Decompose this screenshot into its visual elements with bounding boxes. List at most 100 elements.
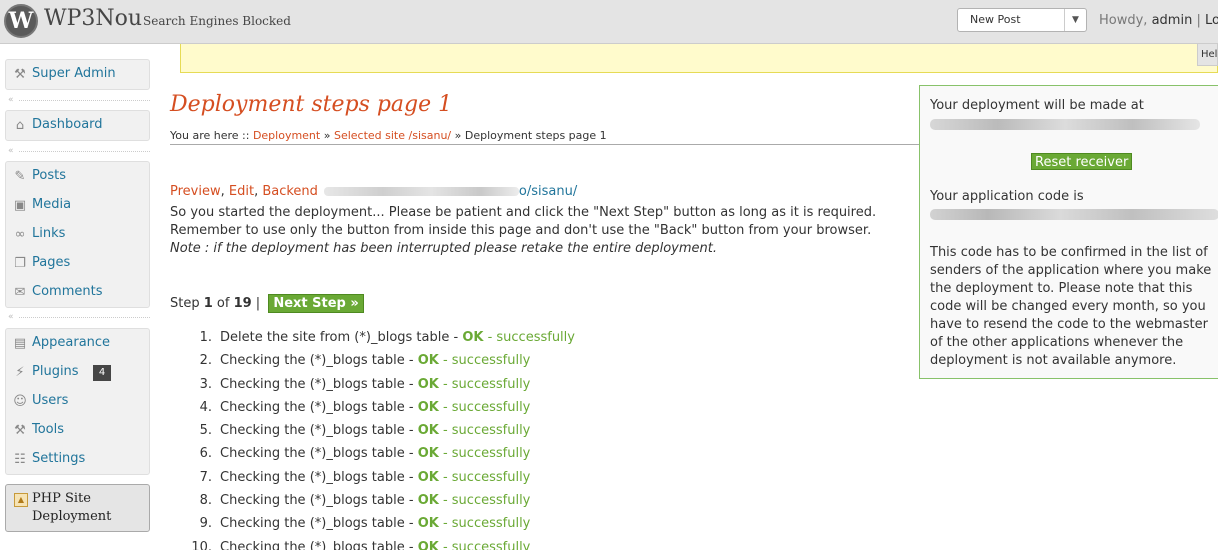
- logout-link[interactable]: Log Out: [1205, 13, 1218, 28]
- menu-separator[interactable]: «: [5, 95, 150, 105]
- sidebar-item-settings[interactable]: ☷ Settings: [6, 445, 149, 474]
- step-status-text: - successfully: [438, 469, 531, 485]
- step-number: 1.: [199, 330, 212, 345]
- step-status-text: - successfully: [483, 330, 575, 345]
- intro-note: Note : if the deployment has been interr…: [170, 241, 718, 256]
- redacted-site-url: [323, 187, 519, 196]
- menu-separator[interactable]: «: [5, 312, 150, 322]
- redacted-application-code: [930, 209, 1218, 220]
- step-list-item: 5. Checking the (*)_blogs table - OK - su…: [186, 423, 575, 446]
- wordpress-logo-icon[interactable]: W: [4, 4, 38, 38]
- edit-link[interactable]: Edit: [229, 184, 254, 199]
- sidebar-item-comments[interactable]: ✉ Comments: [6, 278, 149, 307]
- step-text: Checking the (*)_blogs table -: [220, 539, 418, 550]
- step-list-item: 8. Checking the (*)_blogs table - OK - su…: [186, 493, 575, 516]
- step-number: 3.: [199, 376, 212, 392]
- sidebar-item-links[interactable]: ∞ Links: [6, 220, 149, 249]
- step-ok-status: OK: [417, 446, 439, 462]
- step-ok-status: OK: [417, 493, 439, 509]
- step-text: Checking the (*)_blogs table -: [220, 353, 418, 369]
- step-text: Checking the (*)_blogs table -: [220, 423, 418, 439]
- reset-receiver-button[interactable]: Reset receiver: [1031, 153, 1133, 170]
- sidebar-item-dashboard[interactable]: ⌂ Dashboard: [6, 111, 149, 140]
- sidebar-item-label[interactable]: PHP Site Deployment: [32, 490, 142, 526]
- site-title[interactable]: WP3Nou: [44, 6, 142, 31]
- howdy-text: Howdy,: [1099, 13, 1152, 28]
- sidebar-item-plugins[interactable]: ⚡ Plugins 4: [6, 358, 149, 387]
- step-status-text: - successfully: [438, 353, 531, 369]
- dashboard-icon: ⌂: [15, 118, 25, 133]
- deployment-step-list: 1. Delete the site from (*)_blogs table -…: [186, 330, 575, 550]
- favorite-action-label[interactable]: New Post: [970, 13, 1021, 26]
- breadcrumb: You are here :: Deployment » Selected si…: [170, 129, 607, 142]
- sidebar-item-label[interactable]: Links: [32, 226, 65, 241]
- step-number: 8.: [199, 493, 212, 509]
- sidebar-item-label[interactable]: Settings: [32, 451, 85, 466]
- sidebar-item-php-site-deployment[interactable]: ▲ PHP Site Deployment: [5, 484, 150, 532]
- step-ok-status: OK: [417, 469, 439, 485]
- preview-link[interactable]: Preview: [170, 184, 221, 199]
- step-ok-status: OK: [417, 539, 439, 550]
- sidebar-item-label[interactable]: Tools: [32, 422, 64, 437]
- step-status-text: - successfully: [438, 493, 531, 509]
- site-url-suffix[interactable]: o/sisanu/: [519, 184, 577, 199]
- appearance-icon: ▤: [13, 336, 27, 351]
- admin-header: W WP3Nou Search Engines Blocked New Post…: [0, 0, 1218, 44]
- sidebar-item-posts[interactable]: ✎ Posts: [6, 162, 149, 191]
- breadcrumb-prefix: You are here ::: [170, 129, 253, 142]
- divider: [170, 144, 920, 145]
- sidebar-item-label[interactable]: Comments: [32, 284, 102, 299]
- menu-group-dashboard: ⌂ Dashboard: [5, 110, 150, 141]
- sidebar-item-label[interactable]: Super Admin: [32, 66, 116, 81]
- breadcrumb-separator: »: [451, 129, 465, 142]
- sidebar-item-pages[interactable]: ❐ Pages: [6, 249, 149, 278]
- sidebar-item-label[interactable]: Plugins: [32, 364, 79, 379]
- page-title: Deployment steps page 1: [170, 92, 453, 117]
- breadcrumb-link-deployment[interactable]: Deployment: [253, 129, 320, 142]
- sidebar-item-label[interactable]: Users: [32, 393, 68, 408]
- pages-icon: ❐: [14, 256, 26, 271]
- step-number: 10.: [191, 539, 212, 550]
- sidebar-item-label[interactable]: Pages: [32, 255, 70, 270]
- breadcrumb-current: Deployment steps page 1: [464, 129, 607, 142]
- link-icon: ∞: [14, 227, 26, 242]
- favorite-actions-dropdown[interactable]: New Post ▼: [957, 8, 1087, 32]
- step-indicator: Step 1 of 19 | Next Step »: [170, 294, 364, 313]
- step-text: Checking the (*)_blogs table -: [220, 399, 418, 415]
- step-status-text: - successfully: [438, 423, 531, 439]
- help-tab[interactable]: Help: [1197, 44, 1218, 66]
- chevron-down-icon[interactable]: ▼: [1064, 9, 1086, 31]
- breadcrumb-link-selected-site[interactable]: Selected site /sisanu/: [334, 129, 451, 142]
- step-number: 6.: [199, 446, 212, 462]
- menu-group-admin: ▤ Appearance ⚡ Plugins 4 ☺ Users ⚒ Tools…: [5, 328, 150, 475]
- menu-separator[interactable]: «: [5, 146, 150, 156]
- step-list-item: 7. Checking the (*)_blogs table - OK - su…: [186, 470, 575, 493]
- sidebar-item-tools[interactable]: ⚒ Tools: [6, 416, 149, 445]
- step-text: Checking the (*)_blogs table -: [220, 376, 418, 392]
- users-icon: ☺: [13, 394, 27, 409]
- sidebar-item-super-admin[interactable]: ⚒ Super Admin: [6, 60, 149, 89]
- sidebar-item-appearance[interactable]: ▤ Appearance: [6, 329, 149, 358]
- step-status-text: - successfully: [438, 376, 531, 392]
- pushpin-icon: ✎: [14, 169, 26, 184]
- next-step-button[interactable]: Next Step »: [268, 294, 364, 313]
- step-total: 19: [233, 296, 252, 311]
- step-text: Delete the site from (*)_blogs table -: [220, 330, 463, 345]
- user-name-link[interactable]: admin: [1152, 13, 1193, 28]
- backend-link[interactable]: Backend: [262, 184, 318, 199]
- sidebar-item-media[interactable]: ▣ Media: [6, 191, 149, 220]
- sidebar-item-label[interactable]: Posts: [32, 168, 66, 183]
- settings-icon: ☷: [14, 452, 26, 467]
- step-ok-status: OK: [462, 330, 484, 345]
- plugin-update-count-badge: 4: [93, 365, 111, 381]
- deployment-target-label: Your deployment will be made at: [930, 98, 1144, 113]
- sidebar-item-label[interactable]: Media: [32, 197, 71, 212]
- step-text: Checking the (*)_blogs table -: [220, 446, 418, 462]
- application-code-note: This code has to be confirmed in the lis…: [930, 245, 1212, 368]
- sidebar-item-label[interactable]: Appearance: [32, 335, 110, 350]
- application-code-label: Your application code is: [930, 189, 1084, 204]
- sidebar-item-users[interactable]: ☺ Users: [6, 387, 149, 416]
- step-of: of: [212, 296, 234, 311]
- sidebar-item-label[interactable]: Dashboard: [32, 117, 103, 132]
- step-ok-status: OK: [417, 376, 439, 392]
